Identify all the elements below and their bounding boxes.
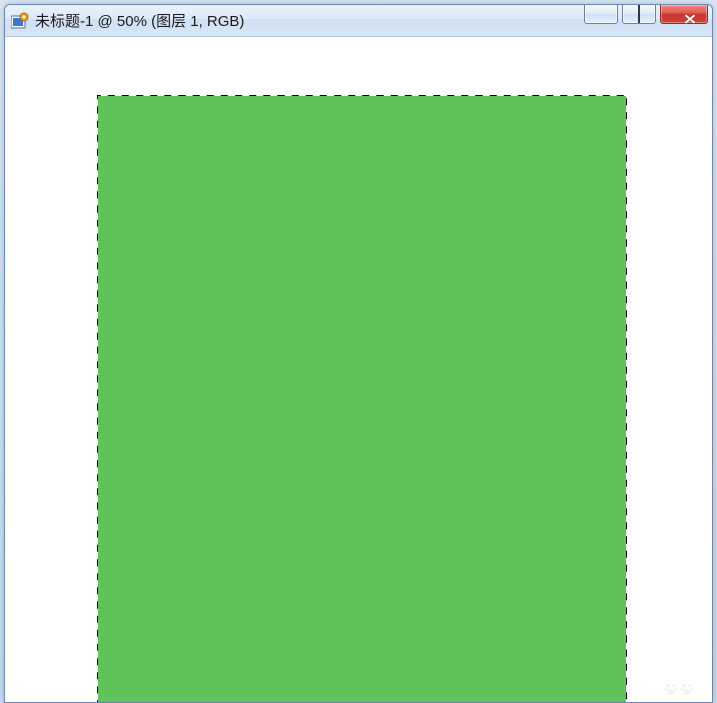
minimize-button[interactable] (584, 4, 618, 24)
paw-icon (664, 682, 678, 696)
canvas-selection[interactable] (97, 95, 627, 702)
titlebar[interactable]: 未标题-1 @ 50% (图层 1, RGB) (5, 5, 712, 37)
maximize-button[interactable] (622, 4, 656, 24)
caption-buttons (584, 4, 708, 24)
close-button[interactable] (660, 4, 708, 24)
watermark (664, 682, 694, 696)
window-frame: 未标题-1 @ 50% (图层 1, RGB) (4, 4, 713, 703)
maximize-icon (638, 6, 640, 22)
paw-icon (680, 682, 694, 696)
app-icon (11, 12, 29, 30)
canvas-area[interactable] (5, 37, 712, 702)
window-title: 未标题-1 @ 50% (图层 1, RGB) (35, 10, 244, 31)
